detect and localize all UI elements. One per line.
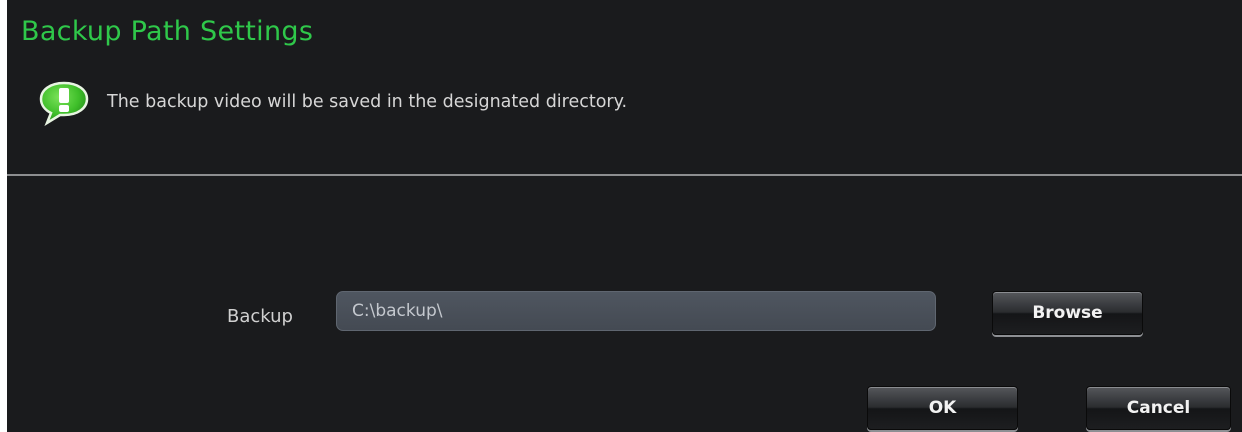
info-message: The backup video will be saved in the de… (107, 92, 628, 112)
dialog-title: Backup Path Settings (21, 16, 314, 47)
section-divider (7, 174, 1242, 176)
backup-path-dialog: Backup Path Settings The backup video wi… (7, 0, 1242, 432)
ok-button[interactable]: OK (867, 386, 1018, 430)
backup-label: Backup (227, 306, 293, 327)
cancel-button[interactable]: Cancel (1086, 386, 1231, 430)
browse-button[interactable]: Browse (992, 291, 1143, 335)
speech-bubble-exclamation-icon (39, 81, 89, 126)
backup-path-input[interactable] (336, 291, 936, 331)
